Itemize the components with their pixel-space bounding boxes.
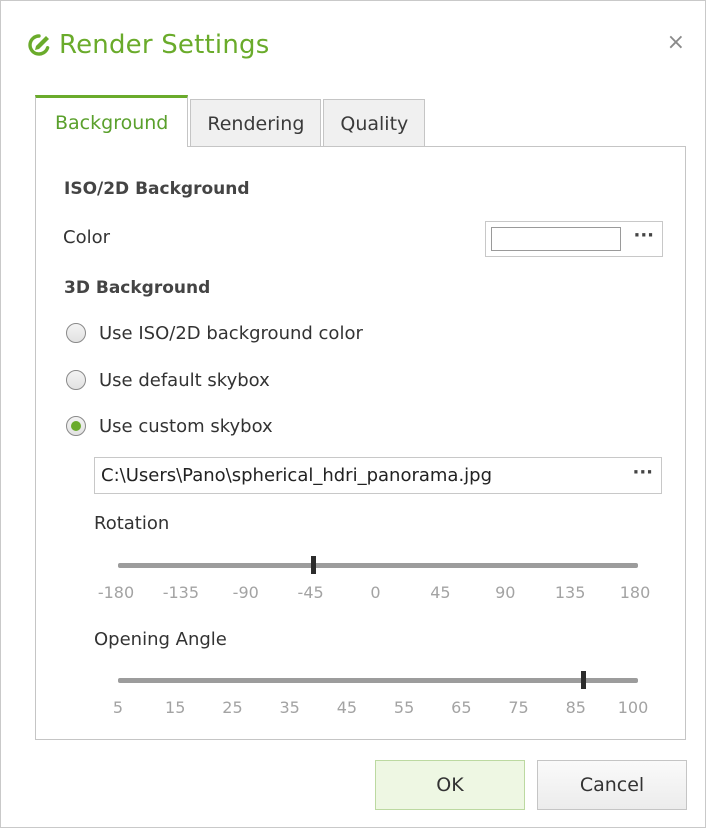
tick-label: -135 — [162, 583, 200, 602]
tab-background[interactable]: Background — [35, 95, 189, 149]
radio-use-default-skybox[interactable]: Use default skybox — [66, 366, 270, 394]
tick-label: -90 — [232, 583, 259, 602]
title-bar: Render Settings — [27, 27, 269, 63]
tick-label: 0 — [370, 583, 381, 602]
radio-use-iso-color[interactable]: Use ISO/2D background color — [66, 319, 363, 347]
tick-label: 55 — [393, 698, 415, 717]
radio-label: Use custom skybox — [99, 415, 273, 437]
iso-background-heading: ISO/2D Background — [64, 179, 250, 199]
tick-label: 180 — [619, 583, 651, 602]
tick-label: 65 — [451, 698, 472, 717]
color-swatch[interactable] — [491, 227, 621, 251]
tick-label: 25 — [222, 698, 243, 717]
tick-label: 35 — [279, 698, 300, 717]
tick-label: 45 — [430, 583, 451, 602]
opening-angle-slider-thumb[interactable] — [581, 671, 587, 689]
tab-quality[interactable]: Quality — [323, 99, 426, 147]
skybox-browse-button[interactable]: ··· — [632, 462, 653, 483]
render-settings-dialog: Render Settings × Background Rendering Q… — [0, 0, 706, 828]
tick-label: 135 — [554, 583, 586, 602]
background-tab-panel: ISO/2D Background Color ··· 3D Backgroun… — [35, 146, 686, 740]
cancel-button[interactable]: Cancel — [537, 760, 687, 810]
rotation-slider-track[interactable] — [118, 563, 638, 568]
ok-button[interactable]: OK — [375, 760, 525, 810]
tick-label: 85 — [565, 698, 586, 717]
tick-label: -180 — [97, 583, 135, 602]
tick-label: -45 — [297, 583, 324, 602]
close-icon[interactable]: × — [667, 31, 685, 55]
color-browse-button[interactable]: ··· — [633, 225, 654, 246]
radio-button[interactable] — [66, 370, 86, 390]
tick-label: 15 — [165, 698, 186, 717]
tick-label: 5 — [112, 698, 124, 717]
tick-label: 75 — [508, 698, 529, 717]
color-picker[interactable]: ··· — [485, 221, 663, 257]
radio-button[interactable] — [66, 323, 86, 343]
color-label: Color — [63, 227, 110, 248]
skybox-path-text[interactable]: C:\Users\Pano\spherical_hdri_panorama.jp… — [101, 465, 492, 486]
radio-label: Use ISO/2D background color — [99, 322, 363, 344]
tab-bar: Background Rendering Quality — [35, 95, 427, 149]
tab-rendering[interactable]: Rendering — [190, 99, 322, 147]
tick-label: 90 — [495, 583, 516, 602]
dialog-title: Render Settings — [59, 30, 270, 60]
opening-angle-slider-track[interactable] — [118, 678, 638, 683]
rotation-slider-thumb[interactable] — [311, 556, 316, 574]
opening-angle-label: Opening Angle — [94, 629, 227, 650]
pencil-check-icon — [28, 34, 50, 56]
radio-button-selected[interactable] — [66, 416, 86, 436]
rotation-label: Rotation — [94, 513, 170, 534]
tick-label: 45 — [336, 698, 358, 717]
tick-label: 100 — [617, 698, 649, 717]
skybox-path-field[interactable]: C:\Users\Pano\spherical_hdri_panorama.jp… — [94, 457, 662, 494]
radio-label: Use default skybox — [99, 369, 270, 391]
3d-background-heading: 3D Background — [64, 278, 211, 298]
radio-use-custom-skybox[interactable]: Use custom skybox — [66, 412, 273, 440]
